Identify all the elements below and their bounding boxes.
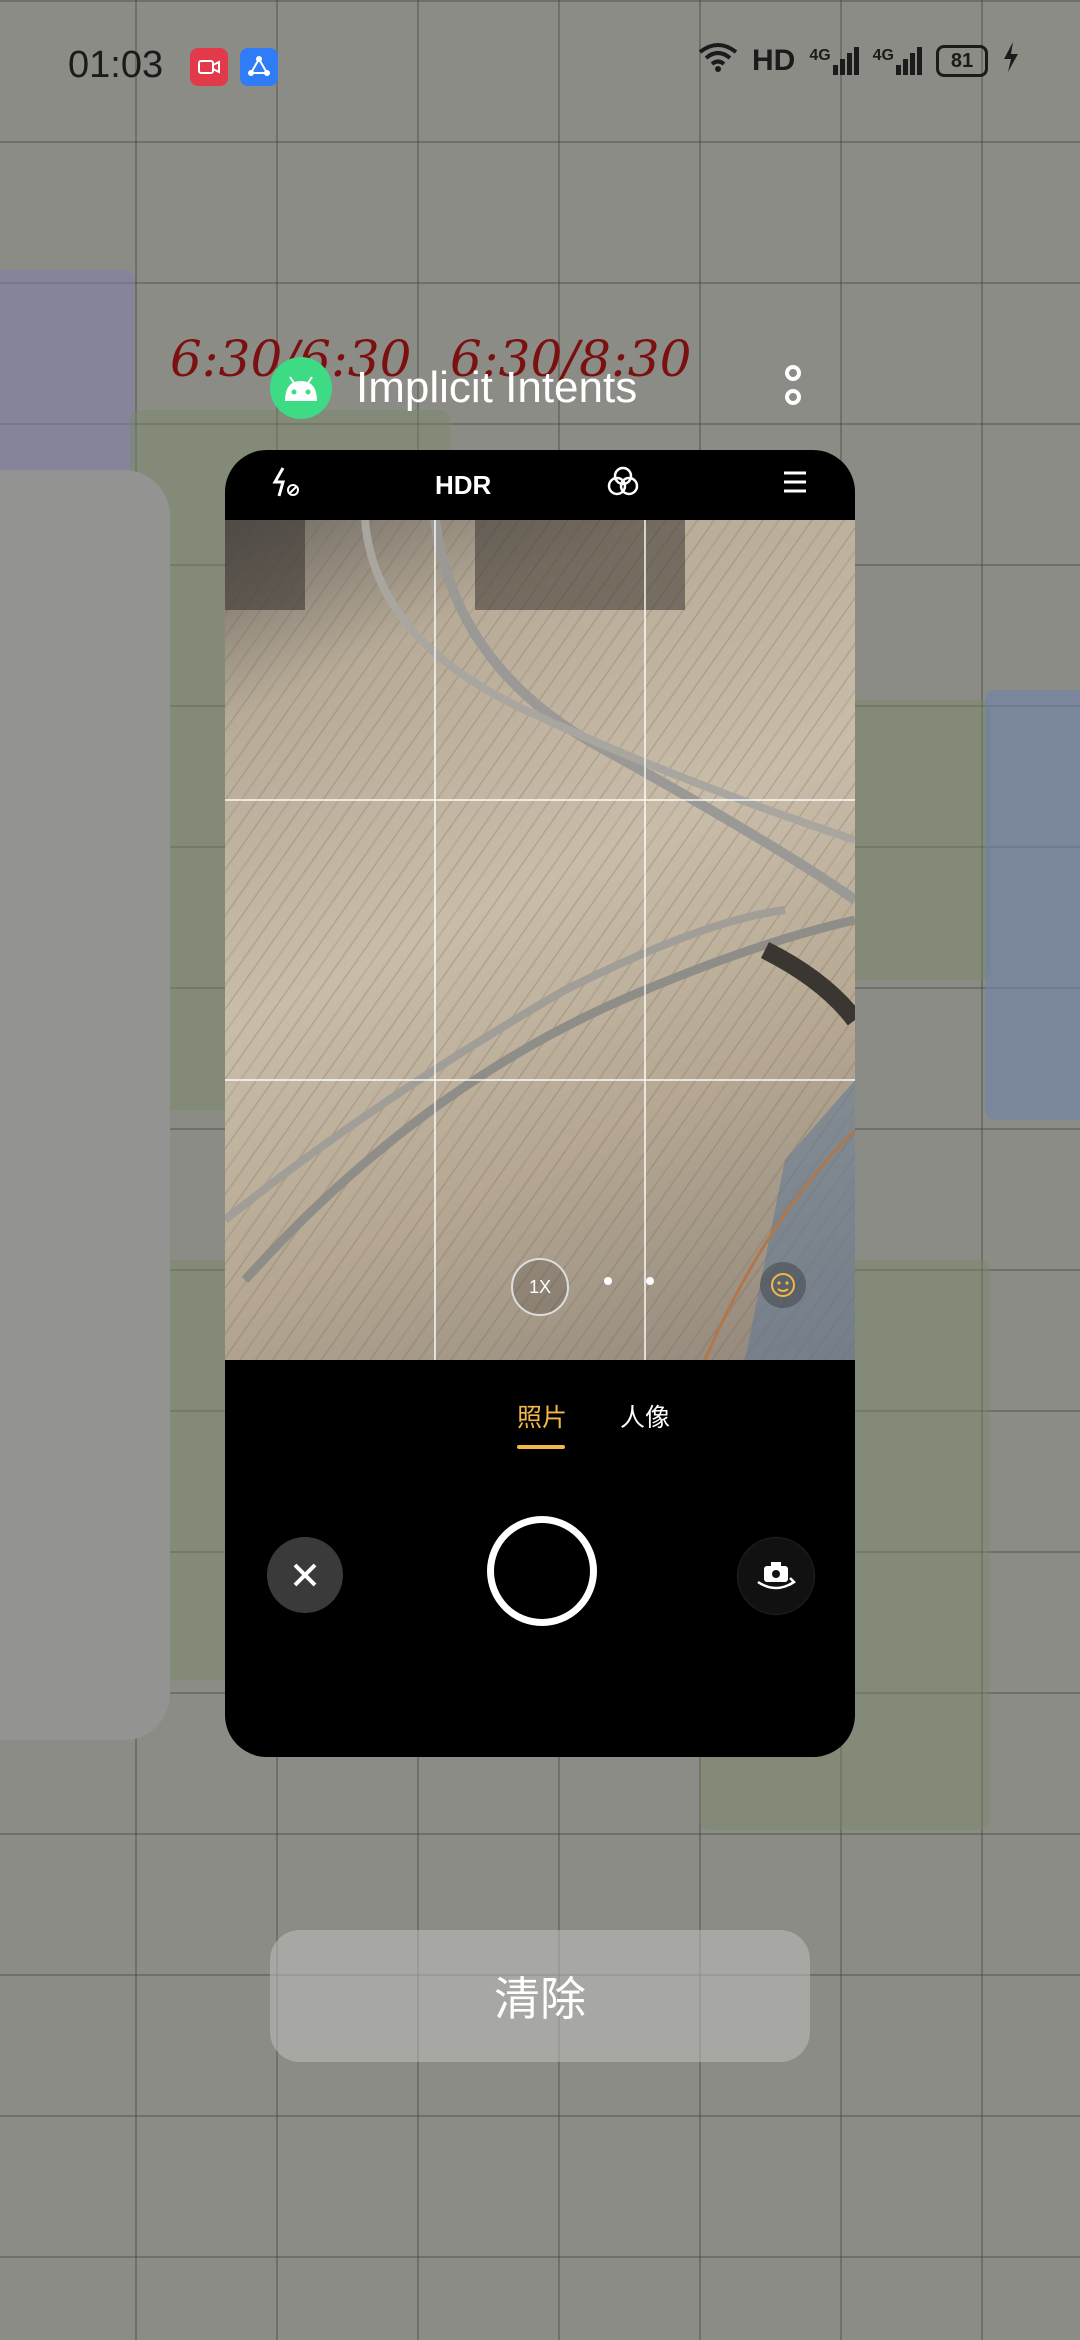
clear-all-button[interactable]: 清除 <box>270 1930 810 2062</box>
more-options-button[interactable] <box>780 365 806 411</box>
filter-icon[interactable] <box>605 464 641 507</box>
grid-line <box>225 799 855 801</box>
camera-viewfinder[interactable] <box>225 520 855 1360</box>
share-nodes-icon <box>240 48 278 86</box>
close-camera-button[interactable] <box>267 1537 343 1613</box>
android-icon <box>270 357 332 419</box>
switch-camera-button[interactable] <box>737 1537 815 1615</box>
viewfinder-scene <box>225 520 855 1360</box>
zoom-button[interactable]: 1X <box>511 1258 569 1316</box>
status-bar: 01:03 HD 4G 4G 81 <box>0 0 1080 130</box>
battery-icon: 81 <box>936 45 988 77</box>
status-icons: HD 4G 4G 81 <box>698 42 1020 80</box>
screen-record-icon <box>190 48 228 86</box>
signal-icon: 4G <box>809 47 859 75</box>
wallpaper-sticky-note <box>0 270 135 470</box>
grid-line <box>434 520 436 1360</box>
camera-toolbar: HDR <box>225 450 855 520</box>
recent-app-header: Implicit Intents <box>270 355 810 421</box>
camera-mode-tabs: 照片 人像 <box>225 1398 855 1448</box>
hd-label: HD <box>751 44 796 77</box>
recent-app-card[interactable]: HDR 1X 照片 人像 <box>225 450 855 1757</box>
beauty-mode-icon[interactable] <box>760 1262 806 1308</box>
wallpaper-sticky-note <box>985 690 1080 1120</box>
zoom-level-dot[interactable] <box>646 1277 654 1285</box>
close-icon <box>293 1563 317 1587</box>
flash-off-icon[interactable] <box>269 464 305 507</box>
switch-camera-icon <box>757 1562 797 1590</box>
hdr-button[interactable]: HDR <box>435 470 491 501</box>
signal-icon: 4G <box>873 47 922 75</box>
grid-line <box>644 520 646 1360</box>
grid-line <box>225 1079 855 1081</box>
clock: 01:03 <box>68 44 164 86</box>
mode-tab-photo[interactable]: 照片 <box>517 1398 567 1434</box>
wifi-icon <box>698 42 738 80</box>
mode-tab-portrait[interactable]: 人像 <box>620 1398 670 1434</box>
zoom-level-dot[interactable] <box>604 1277 612 1285</box>
charging-icon <box>1002 42 1020 80</box>
active-mode-indicator <box>517 1445 565 1449</box>
menu-icon[interactable] <box>780 464 810 507</box>
recent-app-card-previous[interactable] <box>0 470 170 1740</box>
shutter-button[interactable] <box>487 1516 597 1626</box>
recent-app-title: Implicit Intents <box>356 363 638 412</box>
